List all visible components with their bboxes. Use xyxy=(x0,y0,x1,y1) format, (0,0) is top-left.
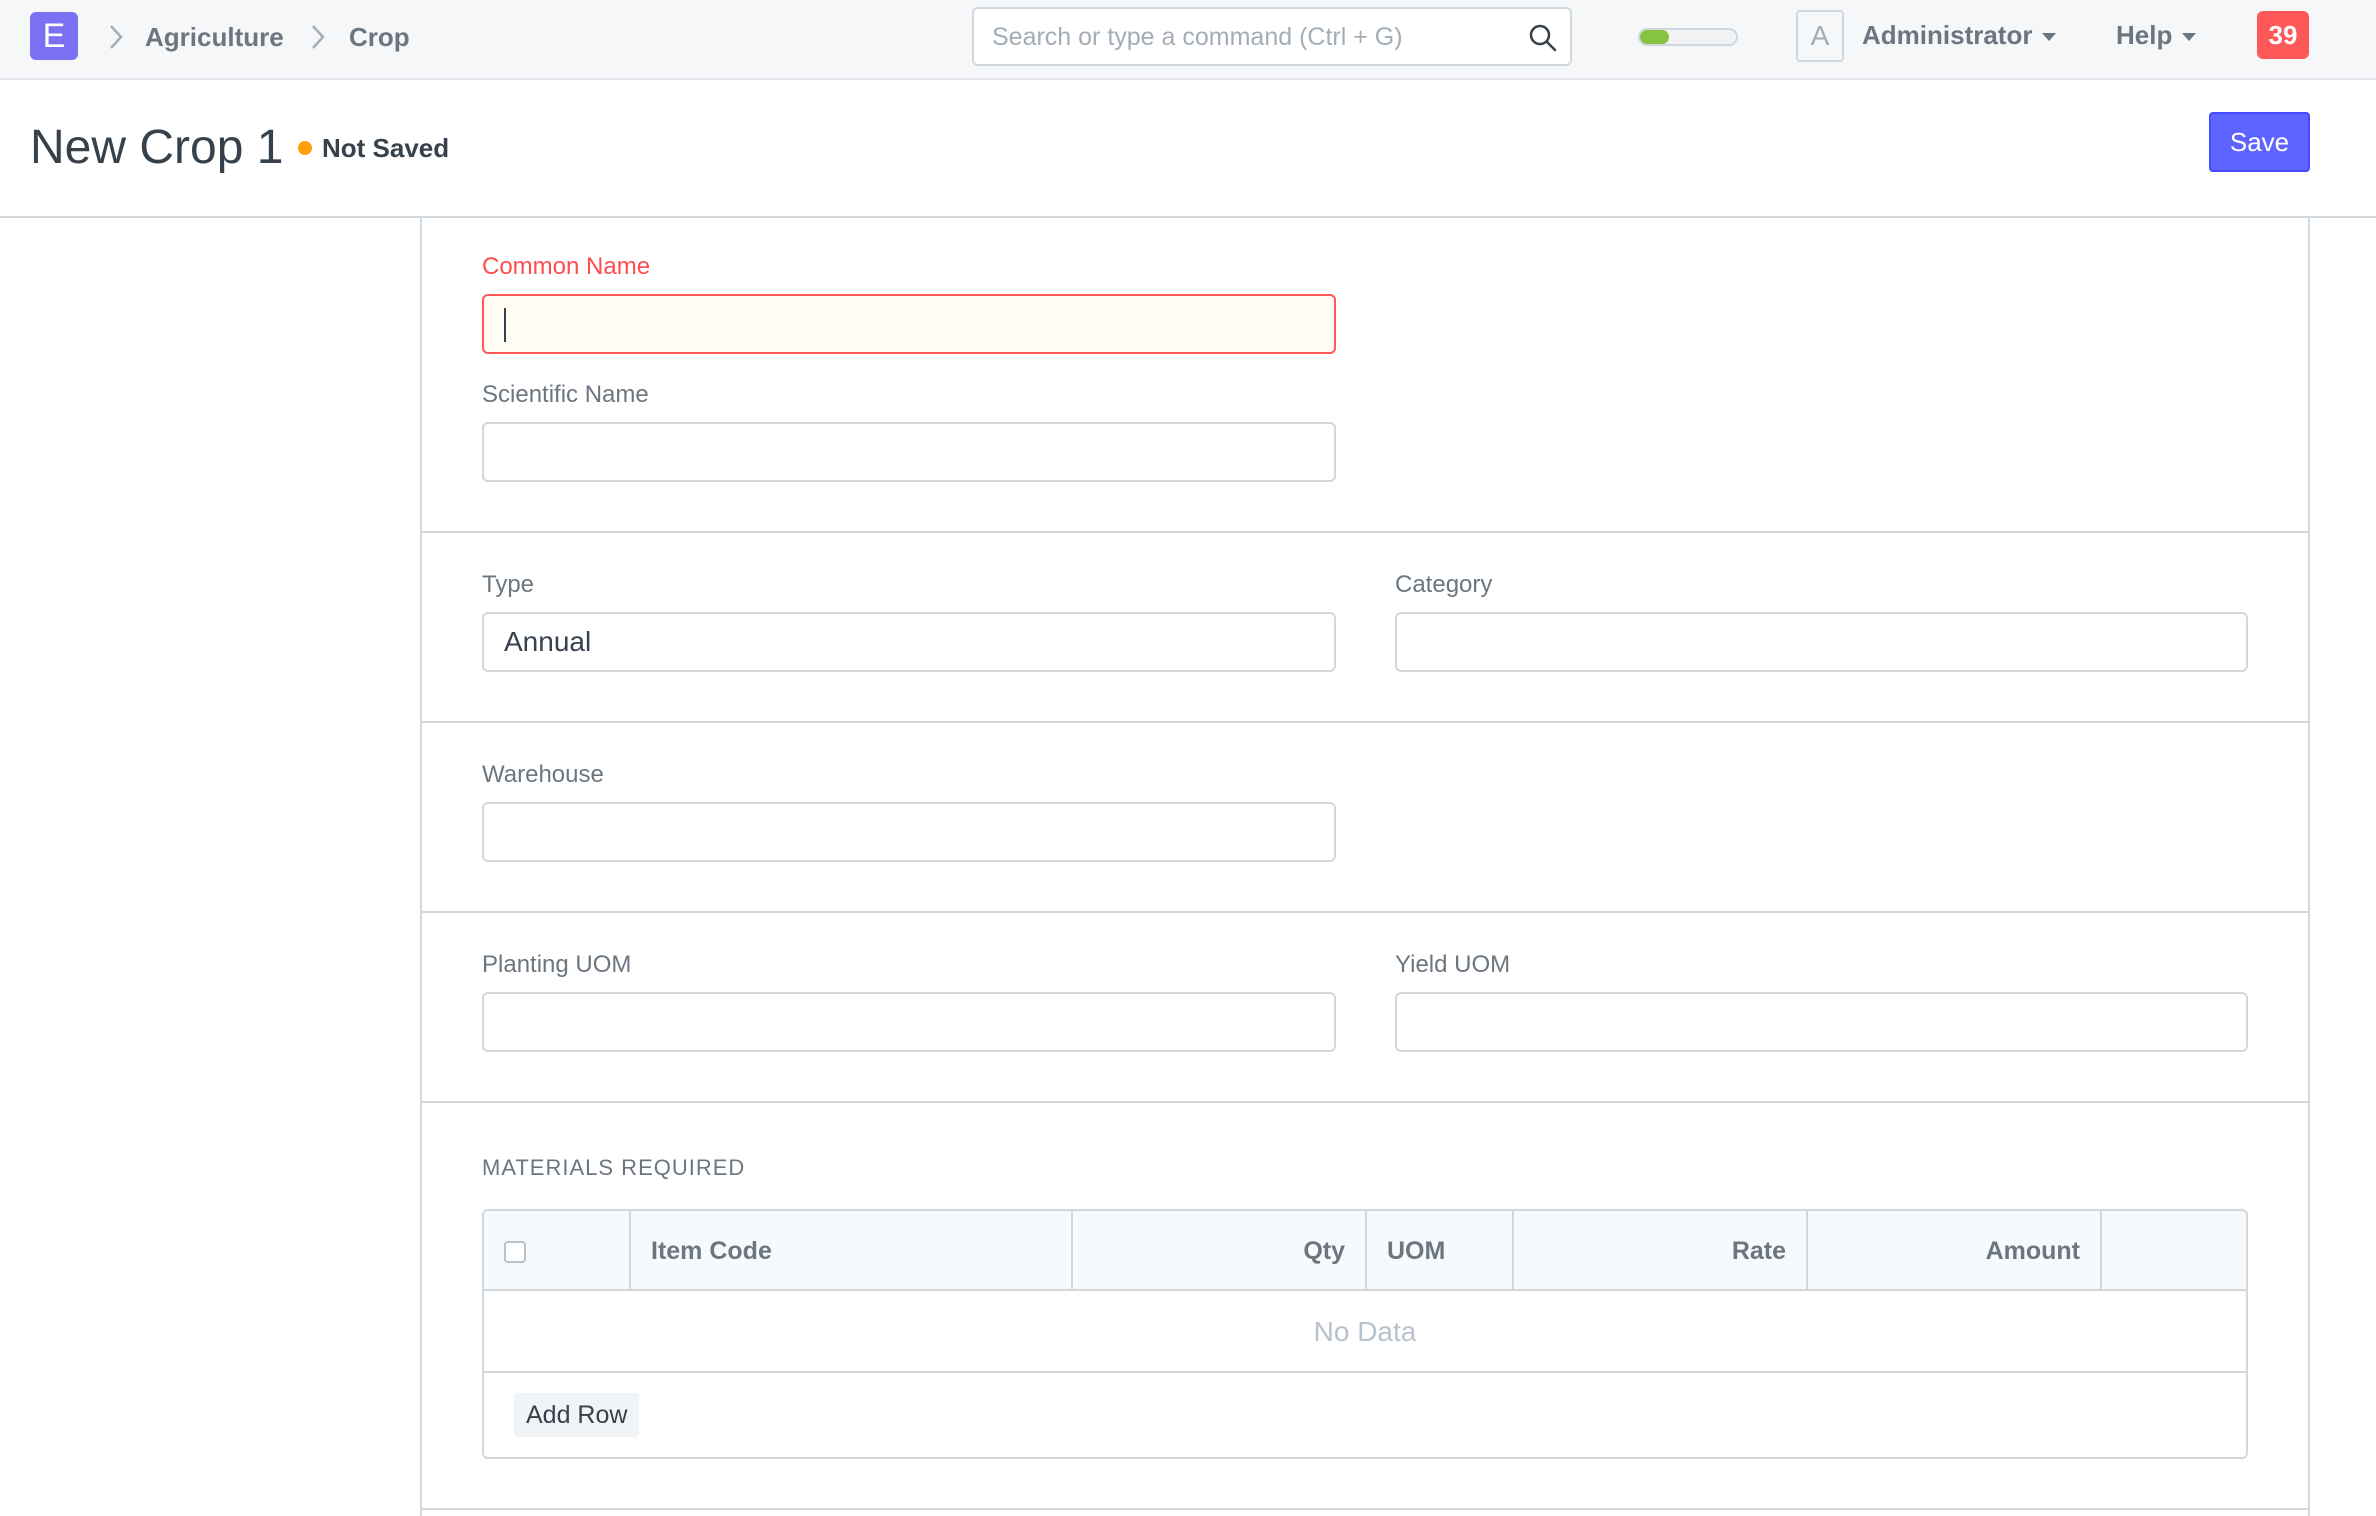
planting-uom-label: Planting UOM xyxy=(482,951,632,978)
status-dot xyxy=(298,141,312,156)
status-label: Not Saved xyxy=(322,133,450,163)
type-label: Type xyxy=(482,571,535,598)
chevron-right-icon xyxy=(312,25,325,49)
type-select[interactable] xyxy=(482,612,1336,672)
scientific-name-label: Scientific Name xyxy=(482,381,649,408)
text-cursor xyxy=(504,308,506,342)
category-input[interactable] xyxy=(1395,612,2248,672)
navbar: E Agriculture Crop A Administrator Help … xyxy=(0,0,2376,80)
section-divider xyxy=(422,531,2308,533)
column-uom: UOM xyxy=(1367,1211,1514,1291)
user-menu[interactable]: Administrator xyxy=(1862,18,2057,52)
common-name-input[interactable] xyxy=(482,294,1336,354)
column-qty: Qty xyxy=(1073,1211,1367,1291)
status-indicator: Not Saved xyxy=(298,132,449,164)
avatar[interactable]: A xyxy=(1796,10,1844,62)
column-amount: Amount xyxy=(1808,1211,2102,1291)
progress-fill xyxy=(1640,30,1669,44)
search-input[interactable] xyxy=(992,17,1512,57)
column-rate: Rate xyxy=(1514,1211,1808,1291)
add-row-button[interactable]: Add Row xyxy=(514,1393,640,1437)
search-icon[interactable] xyxy=(1528,23,1558,53)
chevron-right-icon xyxy=(110,25,123,49)
materials-table: Item Code Qty UOM Rate Amount No Data Ad… xyxy=(482,1209,2248,1459)
user-menu-label: Administrator xyxy=(1862,20,2033,50)
search-box[interactable] xyxy=(972,7,1572,66)
caret-down-icon xyxy=(2042,33,2057,42)
app-logo[interactable]: E xyxy=(30,12,78,60)
planting-uom-input[interactable] xyxy=(482,992,1336,1052)
materials-section-heading: MATERIALS REQUIRED xyxy=(482,1155,746,1180)
table-header: Item Code Qty UOM Rate Amount xyxy=(484,1211,2246,1291)
section-divider xyxy=(422,1508,2308,1510)
yield-uom-label: Yield UOM xyxy=(1395,951,1511,978)
checkbox-icon[interactable] xyxy=(504,1241,526,1263)
yield-uom-input[interactable] xyxy=(1395,992,2248,1052)
select-all-cell xyxy=(484,1211,631,1291)
page-head: New Crop 1 Not Saved Save xyxy=(0,80,2376,218)
section-divider xyxy=(422,1101,2308,1103)
warehouse-label: Warehouse xyxy=(482,761,604,788)
table-empty-state: No Data xyxy=(484,1291,2246,1373)
page-title: New Crop 1 xyxy=(30,121,284,174)
notification-badge[interactable]: 39 xyxy=(2257,11,2309,59)
warehouse-input[interactable] xyxy=(482,802,1336,862)
scientific-name-input[interactable] xyxy=(482,422,1336,482)
common-name-label: Common Name xyxy=(482,253,651,280)
breadcrumb-crop[interactable]: Crop xyxy=(349,22,410,52)
section-divider xyxy=(422,721,2308,723)
breadcrumb-agriculture[interactable]: Agriculture xyxy=(145,22,284,52)
column-item-code: Item Code xyxy=(631,1211,1073,1291)
help-menu[interactable]: Help xyxy=(2116,18,2197,52)
progress-bar xyxy=(1638,28,1738,46)
category-label: Category xyxy=(1395,571,1493,598)
caret-down-icon xyxy=(2182,33,2197,42)
section-divider xyxy=(422,911,2308,913)
help-menu-label: Help xyxy=(2116,20,2173,50)
save-button[interactable]: Save xyxy=(2209,112,2310,172)
